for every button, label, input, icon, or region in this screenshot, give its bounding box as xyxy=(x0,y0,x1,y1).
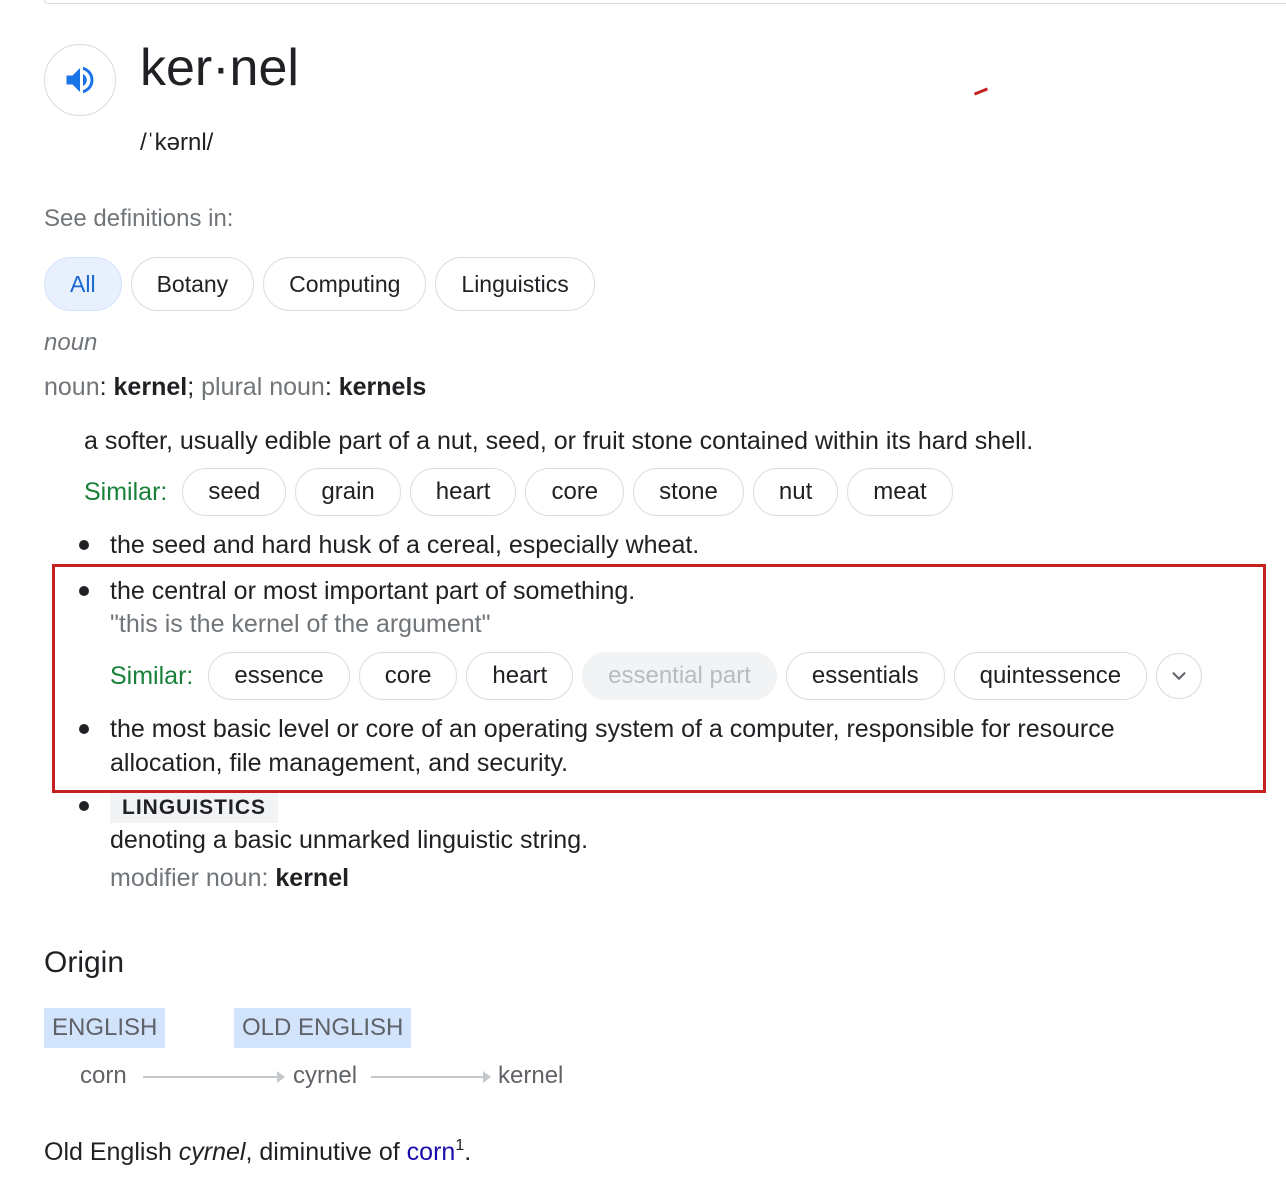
expand-similar-button[interactable] xyxy=(1156,653,1203,699)
headword: ker·nel xyxy=(140,39,299,97)
singular-form: kernel xyxy=(113,373,188,401)
origin-end: . xyxy=(464,1138,472,1166)
bullet-dot xyxy=(79,801,89,811)
phonetic-spelling: /ˈkərnl/ xyxy=(140,129,214,156)
subdefinition-2: the central or most important part of so… xyxy=(110,577,636,605)
etymology-word: kernel xyxy=(498,1062,564,1089)
subdefinition-4: denoting a basic unmarked linguistic str… xyxy=(110,826,589,854)
usage-example: "this is the kernel of the argument" xyxy=(110,610,491,638)
origin-italic-word: cyrnel xyxy=(178,1138,246,1166)
origin-language-tag: OLD ENGLISH xyxy=(234,1008,412,1048)
semicolon: ; xyxy=(187,373,195,401)
origin-description: Old English cyrnel, diminutive of corn1. xyxy=(44,1134,471,1170)
similar-label: Similar: xyxy=(84,477,168,506)
plural-form: kernels xyxy=(338,373,427,401)
origin-prefix: Old English xyxy=(44,1138,179,1166)
similar-chip[interactable]: meat xyxy=(847,468,953,516)
subdefinition-3-line-1: the most basic level or core of an opera… xyxy=(110,715,1115,743)
origin-link-corn[interactable]: corn xyxy=(407,1138,456,1166)
see-definitions-label: See definitions in: xyxy=(44,205,234,232)
category-chips: All Botany Computing Linguistics xyxy=(44,257,595,311)
similar-chip[interactable]: grain xyxy=(295,468,401,516)
category-chip-linguistics[interactable]: Linguistics xyxy=(435,257,595,311)
linguistics-tag: LINGUISTICS xyxy=(110,793,279,823)
similar-chip[interactable]: heart xyxy=(409,468,517,516)
singular-label: noun xyxy=(44,373,100,401)
similar-chip[interactable]: core xyxy=(358,652,458,700)
card-top-edge xyxy=(44,0,1286,4)
similar-chip[interactable]: essentials xyxy=(785,652,945,700)
bullet-dot xyxy=(79,586,89,596)
chevron-down-icon xyxy=(1172,672,1186,680)
similar-row-1: Similar: seed grain heart core stone nut… xyxy=(84,468,953,516)
speaker-button[interactable] xyxy=(44,44,116,116)
similar-chip[interactable]: essence xyxy=(208,652,350,700)
similar-label: Similar: xyxy=(110,661,194,690)
modifier-noun: modifier noun: kernel xyxy=(110,864,350,892)
similar-chip[interactable]: heart xyxy=(466,652,574,700)
similar-chip[interactable]: seed xyxy=(182,468,287,516)
origin-title: Origin xyxy=(44,946,125,979)
colon-2: : xyxy=(324,373,332,401)
bullet-dot xyxy=(79,540,89,550)
category-chip-all[interactable]: All xyxy=(44,257,122,311)
word-forms: noun: kernel; plural noun: kernels xyxy=(44,372,426,402)
similar-chip[interactable]: core xyxy=(525,468,625,516)
category-chip-computing[interactable]: Computing xyxy=(263,257,427,311)
category-chip-botany[interactable]: Botany xyxy=(130,257,255,311)
annotation-mark xyxy=(973,87,989,96)
colon-1: : xyxy=(99,373,107,401)
origin-middle: , diminutive of xyxy=(245,1138,407,1166)
modifier-label: modifier noun xyxy=(110,864,262,892)
similar-chip-disabled: essential part xyxy=(582,652,777,700)
similar-chip[interactable]: nut xyxy=(752,468,839,516)
part-of-speech: noun xyxy=(44,329,98,356)
similar-chip[interactable]: quintessence xyxy=(953,652,1148,700)
origin-superscript: 1 xyxy=(455,1137,465,1154)
similar-chip[interactable]: stone xyxy=(633,468,744,516)
origin-language-tag: ENGLISH xyxy=(44,1008,166,1048)
similar-row-2: Similar: essence core heart essential pa… xyxy=(110,652,1203,700)
etymology-word: corn xyxy=(80,1062,127,1089)
etymology-word: cyrnel xyxy=(293,1062,358,1089)
bullet-dot xyxy=(79,724,89,734)
plural-label: plural noun xyxy=(201,373,325,401)
speaker-volume-icon xyxy=(66,66,94,94)
subdefinition-1: the seed and hard husk of a cereal, espe… xyxy=(110,531,700,559)
definition-main: a softer, usually edible part of a nut, … xyxy=(84,427,1034,455)
subdefinition-3-line-2: allocation, file management, and securit… xyxy=(110,749,569,777)
etymology-arrow xyxy=(143,1071,285,1083)
modifier-value: kernel xyxy=(275,864,350,892)
etymology-arrow xyxy=(371,1071,491,1083)
